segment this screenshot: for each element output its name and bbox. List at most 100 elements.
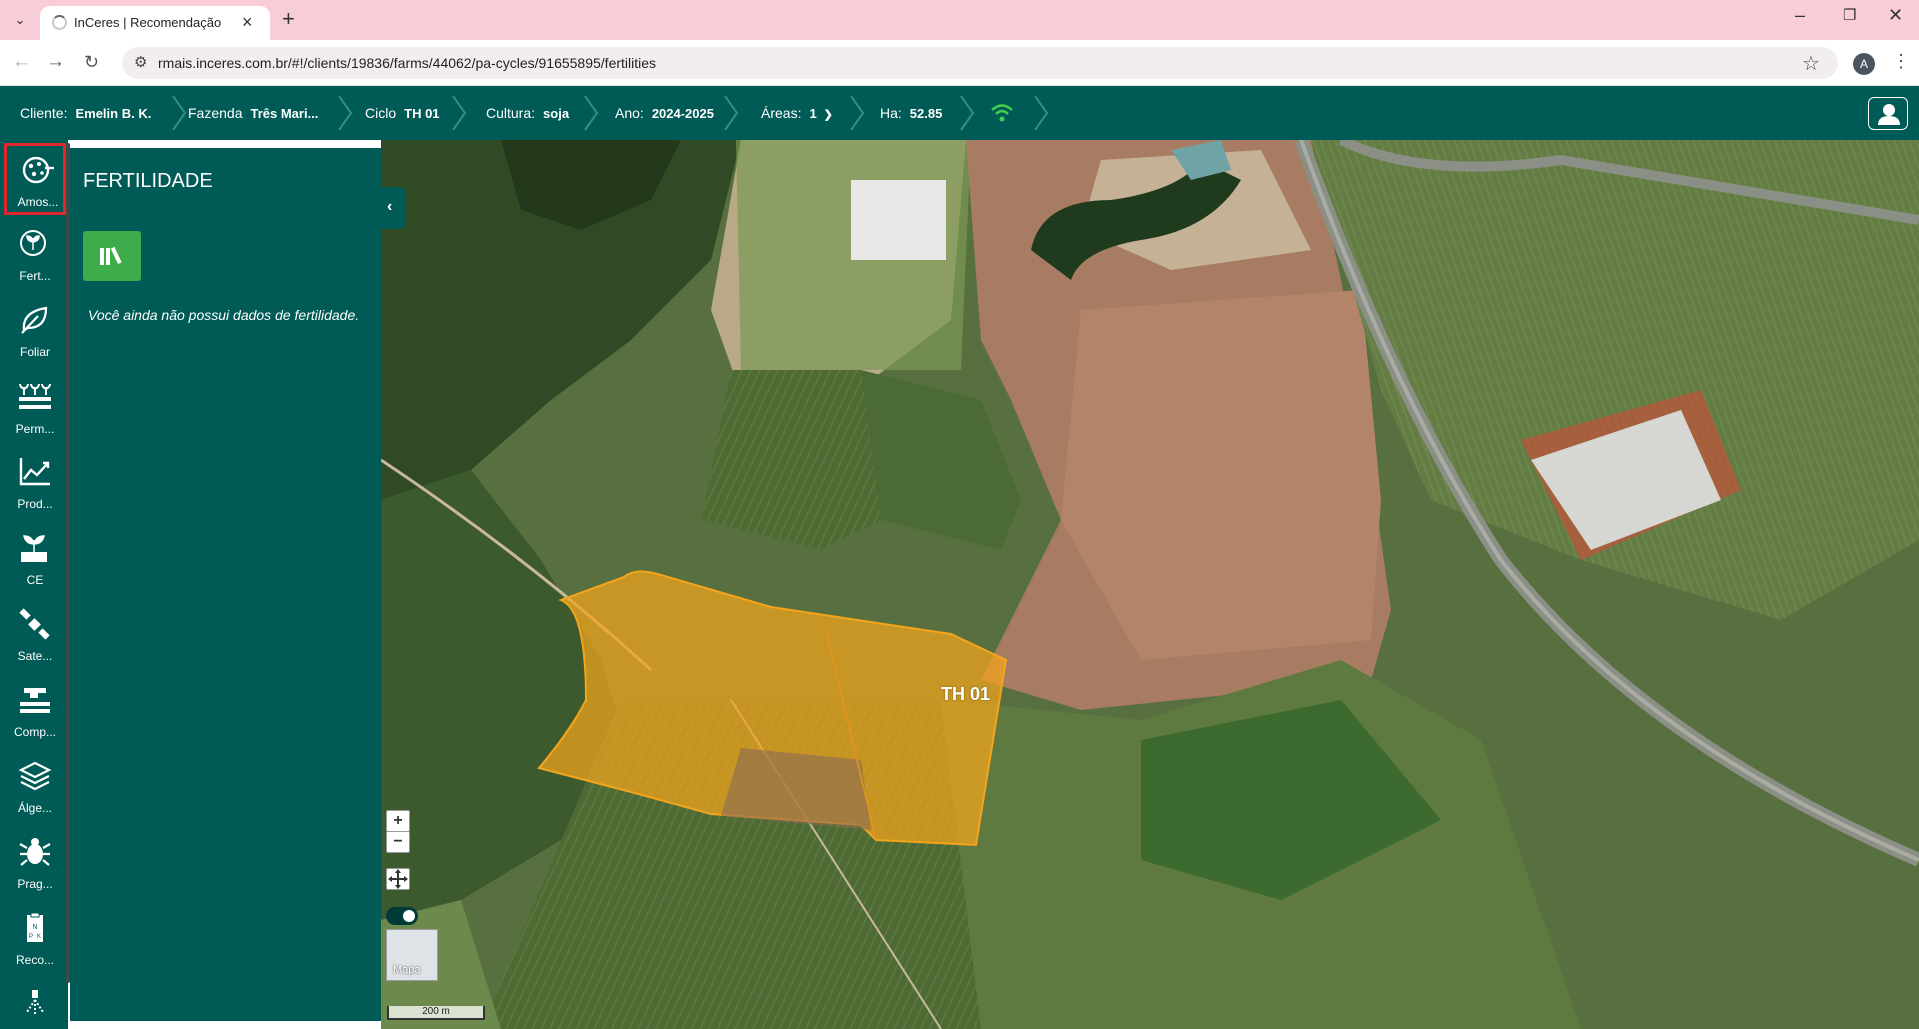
soil-sample-icon (22, 156, 54, 184)
chevron-down-icon: ❯ (823, 109, 833, 121)
back-arrow-icon[interactable]: ← (12, 50, 31, 74)
sidebar-item-ce[interactable]: CE (4, 524, 66, 596)
wifi-icon (991, 104, 1013, 122)
sidebar-item-label: CE (26, 573, 44, 587)
productivity-chart-icon (19, 458, 50, 486)
svg-text:P: P (29, 934, 33, 940)
leaf-icon (21, 306, 48, 334)
sidebar-item-satelite[interactable]: Sate... (4, 600, 66, 672)
browser-tab-strip: ⌄ InCeres | Recomendação × + – ❐ ✕ (0, 0, 1919, 40)
crumb-cultura[interactable]: Cultura: soja (486, 86, 569, 140)
pan-button[interactable] (386, 868, 410, 890)
browser-menu-icon[interactable]: ⋮ (1892, 51, 1910, 72)
fertility-icon (20, 230, 46, 256)
new-tab-button[interactable]: + (282, 7, 295, 31)
map-view[interactable]: TH 01 + − Mapa 200 m (381, 140, 1919, 1029)
site-info-icon[interactable]: ⚙ (134, 53, 147, 71)
bookmark-star-icon[interactable]: ☆ (1802, 51, 1820, 76)
svg-text:K: K (37, 934, 41, 940)
tab-close-icon[interactable]: × (242, 12, 253, 32)
crumb-areas[interactable]: Áreas: 1 ❯ (761, 86, 833, 140)
sidebar-item-label: Foliar (19, 345, 50, 359)
library-button[interactable] (83, 231, 141, 281)
sidebar-item-pulverizacao[interactable] (4, 980, 66, 1028)
browser-toolbar: ← → ↻ ⚙ rmais.inceres.com.br/#!/clients/… (0, 40, 1919, 86)
sidebar-item-algebra[interactable]: Álge... (4, 752, 66, 824)
crumb-cliente-value: Emelin B. K. (75, 106, 152, 121)
plant-conductivity-icon (21, 535, 47, 562)
breadcrumb-separator-icon (338, 95, 353, 131)
sprayer-icon (26, 990, 44, 1014)
field-label: TH 01 (941, 684, 991, 704)
crumb-ha-label: Ha: (880, 105, 902, 121)
app-context-bar: Cliente: Emelin B. K. Fazenda Três Mari...… (0, 86, 1919, 140)
perennial-crop-icon (19, 383, 51, 409)
sidebar-item-fertilidade[interactable]: Fert... (4, 220, 66, 292)
crumb-ano-label: Ano: (615, 105, 644, 121)
sidebar-item-label: Amos... (17, 195, 59, 209)
sidebar-item-label: Fert... (19, 269, 51, 283)
fertility-panel: FERTILIDADE Você ainda não possui dados … (70, 148, 381, 1021)
crumb-ha: Ha: 52.85 (880, 86, 942, 140)
chevron-left-icon: ‹ (387, 198, 393, 215)
layer-visibility-toggle[interactable] (386, 907, 418, 925)
sidebar-item-label: Prod... (17, 497, 53, 511)
crumb-fazenda[interactable]: Fazenda Três Mari... (188, 86, 318, 140)
user-menu-button[interactable] (1868, 97, 1908, 130)
sidebar-item-label: Álge... (17, 801, 53, 815)
window-minimize-button[interactable]: – (1795, 5, 1805, 26)
reload-icon[interactable]: ↻ (84, 50, 99, 74)
collapse-panel-button[interactable]: ‹ (381, 187, 405, 229)
bug-icon (19, 838, 51, 866)
loading-spinner-icon (52, 15, 67, 30)
user-icon (1878, 104, 1900, 125)
crumb-areas-label: Áreas: (761, 105, 802, 121)
crumb-ano-value: 2024-2025 (651, 106, 714, 121)
sidebar-item-perenes[interactable]: Perm... (4, 373, 66, 445)
crumb-fazenda-value: Três Mari... (250, 106, 319, 121)
sidebar-item-recomendacao[interactable]: N P K Reco... (4, 904, 66, 976)
sidebar-item-compactacao[interactable]: Comp... (4, 676, 66, 748)
map-scale-bar: 200 m (387, 1006, 485, 1020)
library-icon (100, 246, 122, 265)
basemap-switcher[interactable]: Mapa (386, 929, 438, 981)
sidebar-item-label: Sate... (17, 649, 53, 663)
profile-avatar[interactable]: A (1853, 53, 1875, 75)
svg-text:N: N (32, 924, 37, 931)
sidebar-item-label: Comp... (13, 725, 56, 739)
crumb-ciclo-label: Ciclo (365, 105, 397, 121)
address-bar[interactable]: ⚙ rmais.inceres.com.br/#!/clients/19836/… (122, 47, 1838, 79)
browser-tab[interactable]: InCeres | Recomendação × (40, 6, 270, 40)
compaction-icon (20, 688, 50, 713)
zoom-out-button[interactable]: − (386, 831, 410, 853)
crumb-ha-value: 52.85 (909, 106, 943, 121)
breadcrumb-separator-icon (850, 95, 865, 131)
crumb-fazenda-label: Fazenda (188, 105, 243, 121)
url-text[interactable]: rmais.inceres.com.br/#!/clients/19836/fa… (158, 55, 656, 71)
crumb-ano[interactable]: Ano: 2024-2025 (615, 86, 714, 140)
layers-icon (18, 761, 52, 791)
crumb-areas-value: 1 (809, 106, 817, 121)
sidebar-item-label: Perm... (15, 422, 55, 436)
breadcrumb-separator-icon (452, 95, 467, 131)
breadcrumb-separator-icon (724, 95, 739, 131)
crumb-cultura-label: Cultura: (486, 105, 536, 121)
breadcrumb-separator-icon (584, 95, 599, 131)
zoom-in-button[interactable]: + (386, 810, 410, 832)
sidebar-item-foliar[interactable]: Foliar (4, 296, 66, 368)
sidebar-item-pragas[interactable]: Prag... (4, 828, 66, 900)
panel-title: FERTILIDADE (83, 170, 213, 192)
window-close-button[interactable]: ✕ (1888, 5, 1903, 26)
crumb-cliente[interactable]: Cliente: Emelin B. K. (20, 86, 151, 140)
window-restore-button[interactable]: ❐ (1843, 6, 1856, 24)
sidebar-item-amostragem[interactable]: Amos... (4, 143, 66, 215)
move-icon (388, 869, 408, 889)
breadcrumb-separator-icon (1034, 95, 1049, 131)
tab-search-chevron-icon[interactable]: ⌄ (8, 9, 32, 31)
forward-arrow-icon[interactable]: → (46, 50, 65, 74)
breadcrumb-separator-icon (172, 95, 187, 131)
empty-state-message: Você ainda não possui dados de fertilida… (88, 307, 360, 323)
crumb-ciclo[interactable]: Ciclo TH 01 (365, 86, 440, 140)
tab-title: InCeres | Recomendação (74, 15, 222, 30)
sidebar-item-produtividade[interactable]: Prod... (4, 448, 66, 520)
